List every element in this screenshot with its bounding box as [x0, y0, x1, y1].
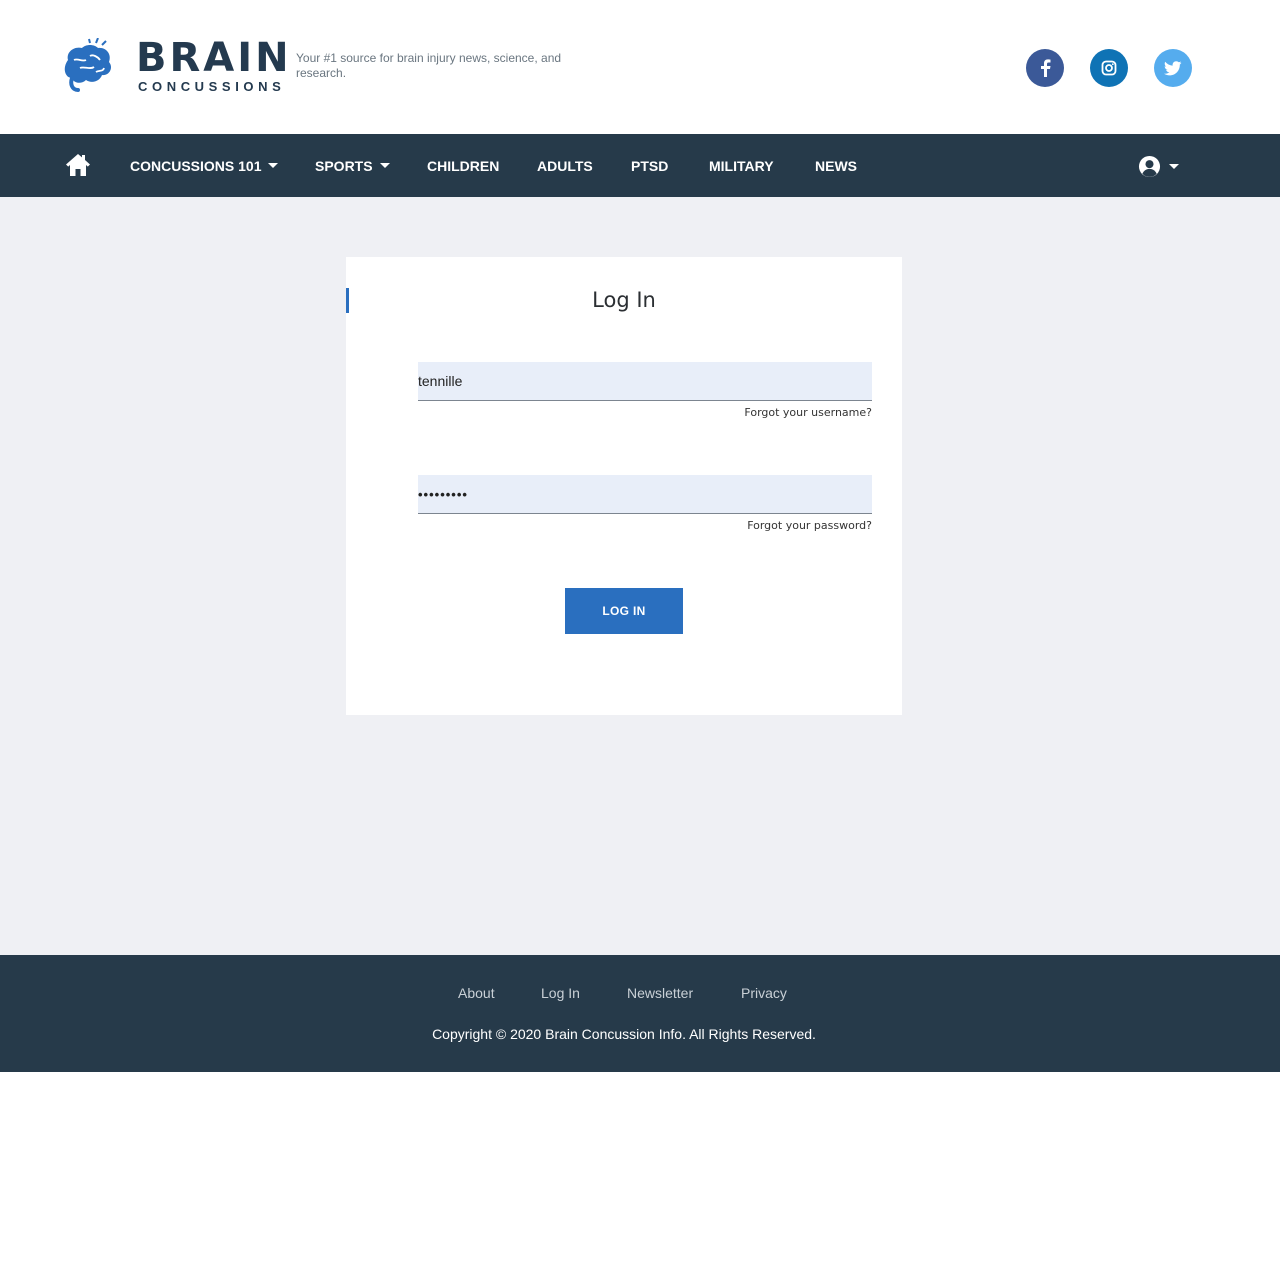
site-tagline: Your #1 source for brain injury news, sc…	[296, 51, 562, 80]
footer-link-about[interactable]: About	[458, 985, 495, 1001]
forgot-username-link[interactable]: Forgot your username?	[744, 406, 872, 419]
main-navigation: CONCUSSIONS 101 SPORTS CHILDREN ADULTS P…	[0, 134, 1280, 197]
brain-logo-icon[interactable]	[60, 38, 114, 94]
main-content: Log In tennille Forgot your username? ••…	[0, 197, 1280, 955]
nav-item-adults[interactable]: ADULTS	[537, 134, 593, 197]
nav-item-label: CONCUSSIONS 101	[130, 157, 262, 174]
nav-item-military[interactable]: MILITARY	[709, 134, 774, 197]
chevron-down-icon	[1169, 163, 1179, 169]
nav-item-label: SPORTS	[315, 157, 373, 174]
page-title: Log In	[592, 288, 656, 312]
login-button[interactable]: LOG IN	[565, 588, 683, 634]
nav-item-concussions-101[interactable]: CONCUSSIONS 101	[130, 134, 279, 197]
site-header: BRAIN CONCUSSIONS Your #1 source for bra…	[0, 0, 1280, 134]
user-circle-icon	[1138, 155, 1161, 177]
facebook-link[interactable]	[1026, 49, 1064, 87]
footer-link-log-in[interactable]: Log In	[541, 985, 580, 1001]
forgot-password-link[interactable]: Forgot your password?	[747, 519, 872, 532]
nav-item-sports[interactable]: SPORTS	[315, 134, 390, 197]
twitter-icon	[1164, 60, 1182, 75]
nav-item-ptsd[interactable]: PTSD	[631, 134, 668, 197]
copyright-text: Copyright © 2020 Brain Concussion Info. …	[432, 1026, 816, 1042]
nav-item-children[interactable]: CHILDREN	[427, 134, 499, 197]
site-footer: About Log In Newsletter Privacy Copyrigh…	[0, 955, 1280, 1072]
chevron-down-icon	[268, 163, 279, 168]
password-input[interactable]: •••••••••	[418, 475, 872, 514]
instagram-link[interactable]	[1090, 49, 1128, 87]
twitter-link[interactable]	[1154, 49, 1192, 87]
footer-link-newsletter[interactable]: Newsletter	[627, 985, 693, 1001]
nav-item-news[interactable]: NEWS	[815, 134, 857, 197]
facebook-icon	[1041, 59, 1051, 77]
login-card: Log In tennille Forgot your username? ••…	[346, 257, 902, 715]
username-input[interactable]: tennille	[418, 362, 872, 401]
chevron-down-icon	[379, 163, 390, 168]
instagram-icon	[1101, 60, 1117, 76]
home-icon[interactable]	[65, 153, 91, 177]
user-menu-button[interactable]	[1138, 154, 1182, 178]
brand-subtitle[interactable]: CONCUSSIONS	[138, 79, 285, 94]
brand-name[interactable]: BRAIN	[136, 38, 292, 78]
footer-link-privacy[interactable]: Privacy	[741, 985, 787, 1001]
